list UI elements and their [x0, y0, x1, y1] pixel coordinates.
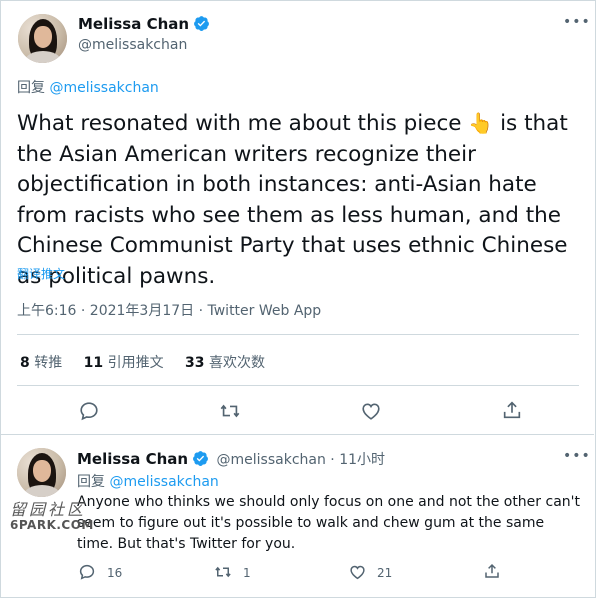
like-icon[interactable]	[348, 563, 367, 581]
verified-badge-icon	[194, 16, 210, 31]
retweet-icon[interactable]	[213, 563, 233, 581]
likes-label: 喜欢次数	[208, 355, 265, 371]
watermark-url: 6PARK.COM	[10, 518, 94, 532]
likes-count: 33	[185, 355, 205, 371]
quotes-stat[interactable]: 11 引用推文	[84, 355, 164, 371]
reply-label: 回复	[17, 80, 45, 96]
avatar[interactable]	[17, 448, 66, 497]
reply-label: 回复	[77, 474, 105, 490]
retweets-stat[interactable]: 8 转推	[20, 355, 62, 371]
tweet-text-part1: What resonated with me about this piece	[17, 111, 462, 136]
retweets-label: 转推	[34, 355, 63, 371]
divider	[17, 334, 579, 335]
pointing-up-emoji: 👆	[468, 111, 494, 135]
share-icon[interactable]	[483, 562, 501, 580]
translate-link[interactable]: 翻译推文	[17, 265, 65, 282]
avatar[interactable]	[18, 14, 67, 63]
reply-to-link[interactable]: @melissakchan	[49, 80, 158, 96]
tweet-text: What resonated with me about this piece …	[17, 108, 587, 292]
share-icon[interactable]	[501, 399, 523, 421]
retweet-icon[interactable]	[218, 400, 242, 422]
stats-bar: 8 转推 11 引用推文 33 喜欢次数	[20, 352, 265, 372]
like-icon[interactable]	[360, 400, 382, 422]
reply-context: 回复 @melissakchan	[77, 471, 219, 491]
reply-count: 16	[107, 566, 123, 580]
quotes-count: 11	[83, 355, 104, 371]
reply-icon[interactable]	[78, 563, 96, 581]
handle-time[interactable]: @melissakchan · 11小时	[217, 452, 386, 468]
watermark: 留园社区 6PARK.COM	[8, 496, 100, 540]
retweets-count: 8	[20, 355, 30, 371]
likes-stat[interactable]: 33 喜欢次数	[185, 355, 265, 371]
like-count: 21	[377, 566, 393, 580]
author-handle[interactable]: @melissakchan	[78, 37, 187, 53]
watermark-text: 留园社区	[10, 500, 87, 519]
timestamp[interactable]: 上午6:16 · 2021年3月17日 · Twitter Web App	[17, 300, 321, 320]
reply-icon[interactable]	[78, 400, 100, 422]
more-icon[interactable]: •••	[563, 14, 591, 30]
divider	[0, 434, 594, 435]
author-name-text[interactable]: Melissa Chan	[78, 15, 189, 33]
reply-header: Melissa Chan @melissakchan · 11小时	[77, 449, 385, 469]
verified-badge-icon	[193, 451, 209, 466]
reply-to-link[interactable]: @melissakchan	[109, 474, 218, 490]
more-icon[interactable]: •••	[563, 448, 591, 464]
author-name[interactable]: Melissa Chan	[78, 15, 210, 33]
retweet-count: 1	[243, 566, 251, 580]
divider	[17, 385, 579, 386]
reply-text: Anyone who thinks we should only focus o…	[77, 494, 580, 552]
author-name[interactable]: Melissa Chan	[77, 450, 188, 468]
reply-context: 回复 @melissakchan	[17, 77, 159, 97]
quotes-label: 引用推文	[107, 355, 164, 371]
tweet-text-part2: is that the Asian American writers recog…	[17, 111, 568, 289]
